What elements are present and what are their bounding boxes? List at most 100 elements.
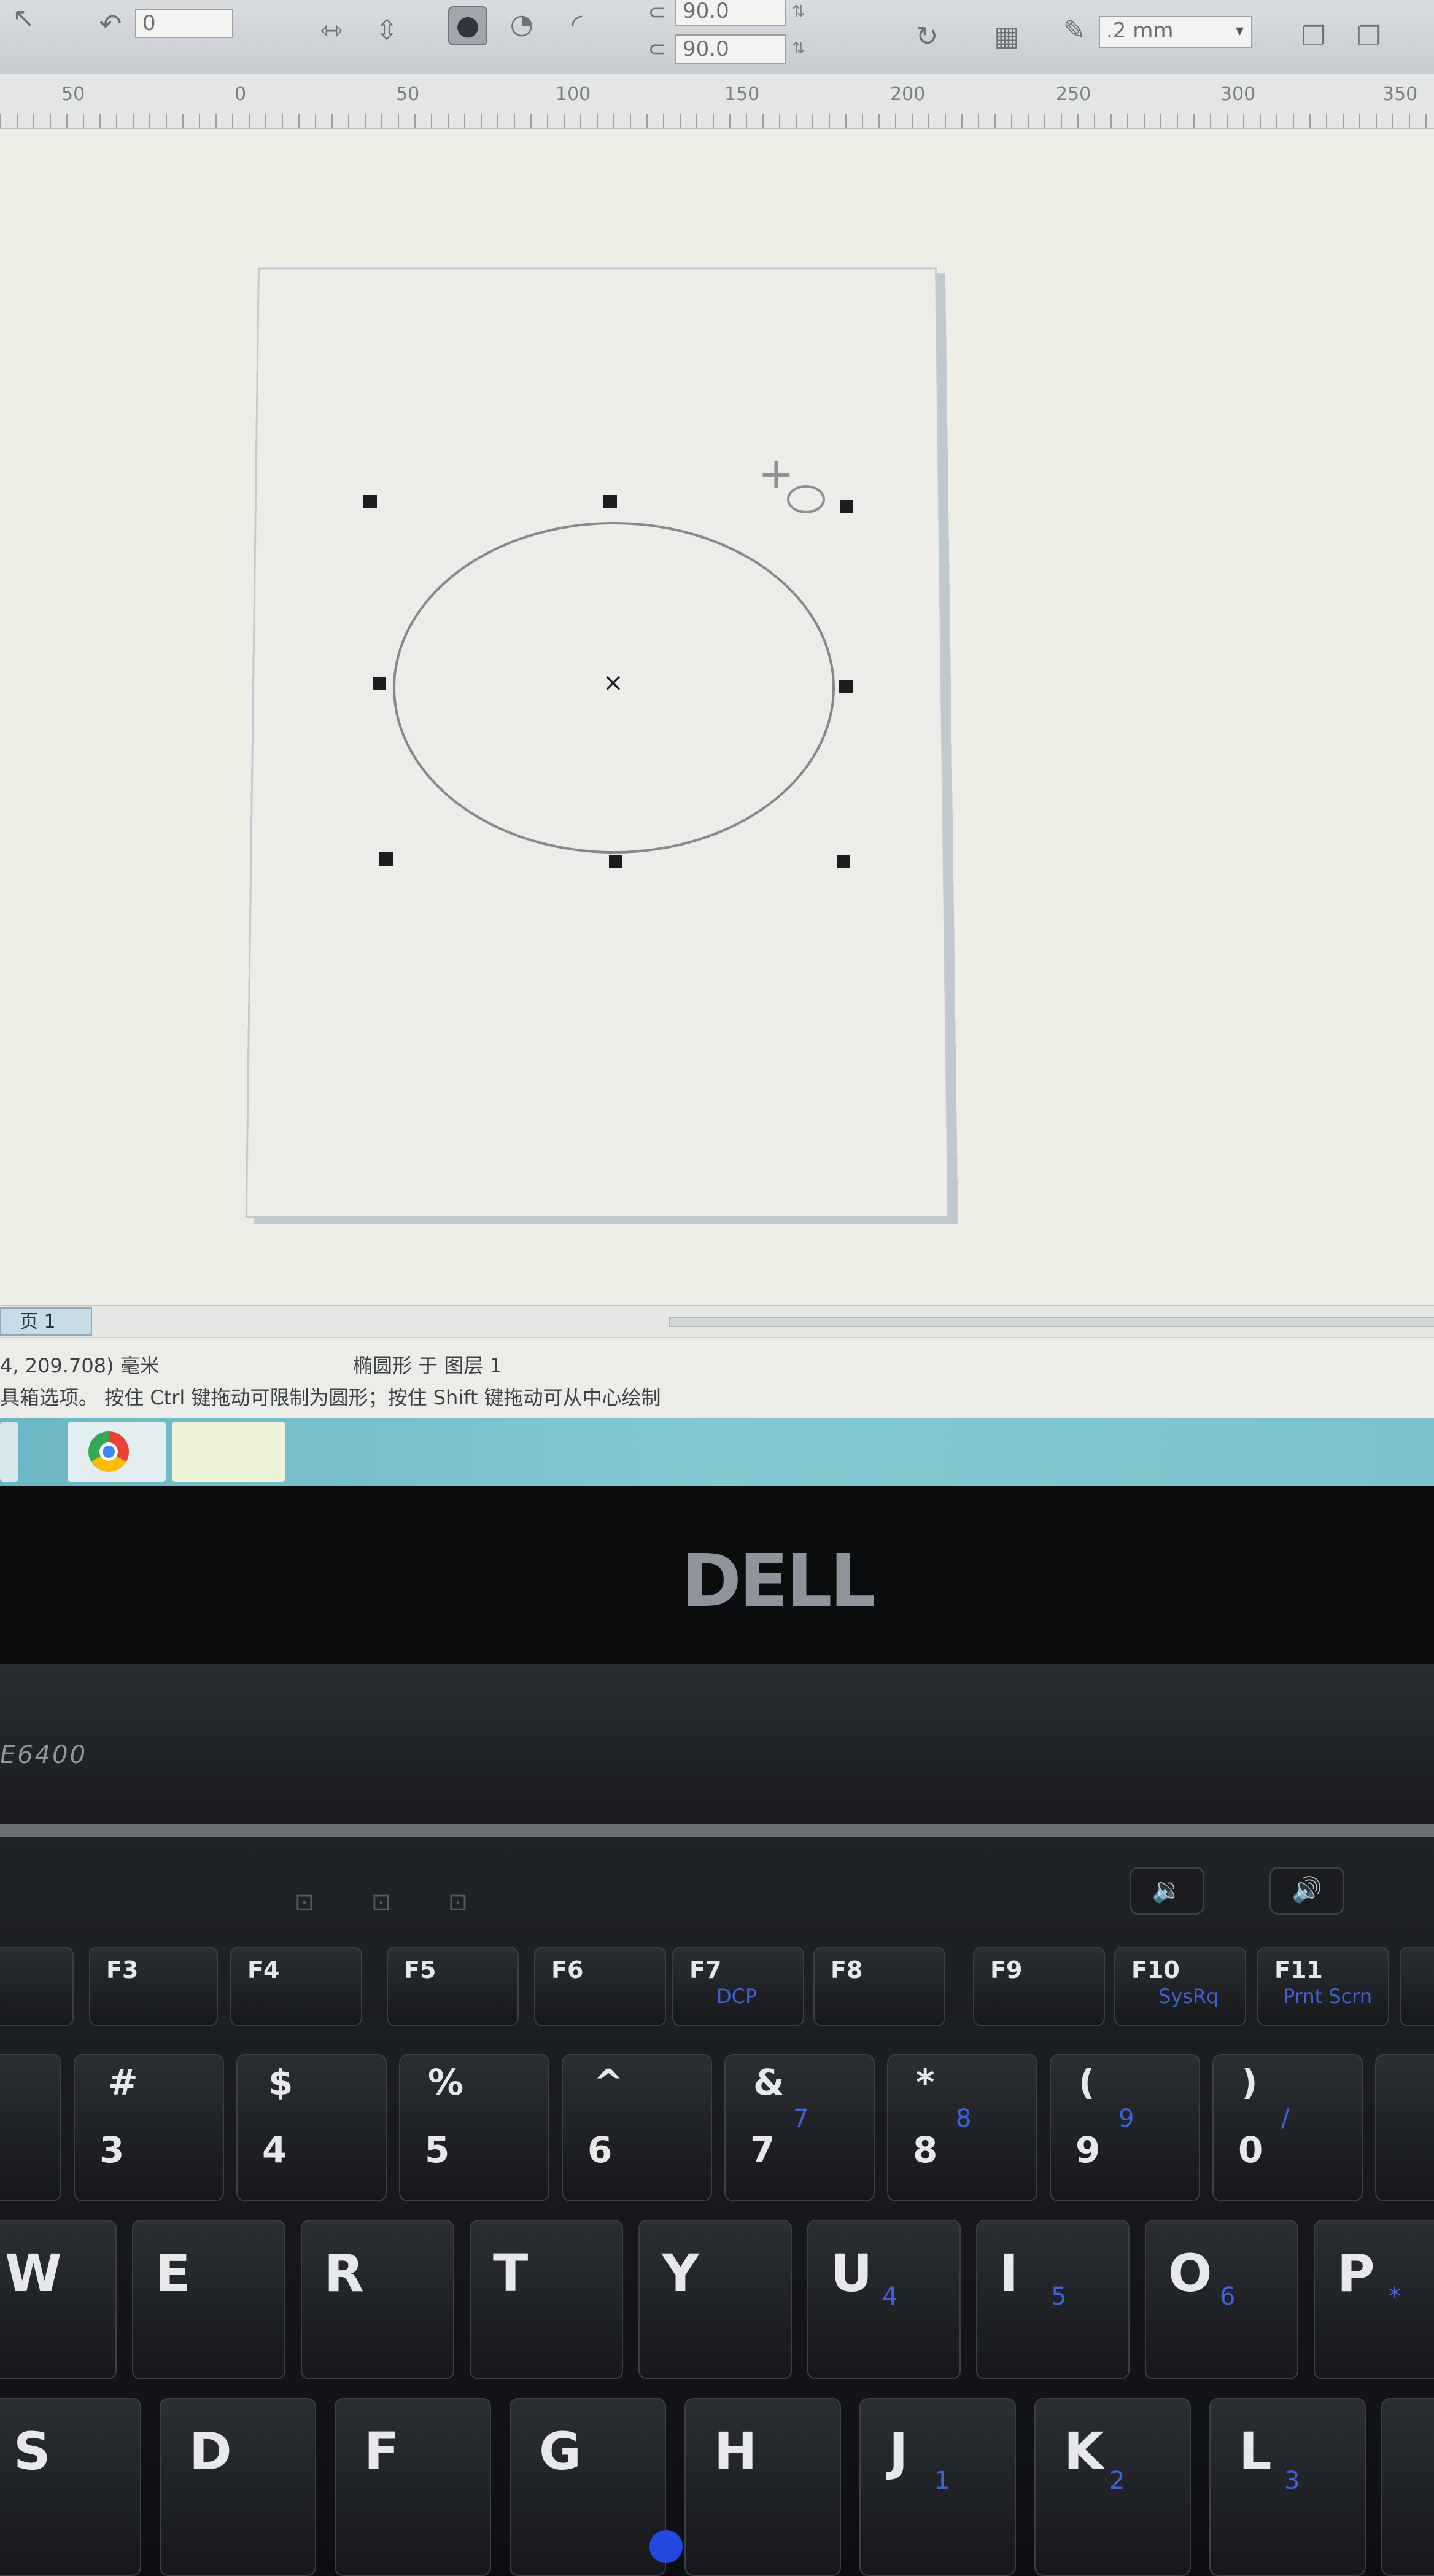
key-g[interactable]: G [510,2398,666,2576]
key-6[interactable]: ^ 6 [562,2054,712,2201]
key-f4[interactable]: F4 [230,1947,362,2026]
key-f5[interactable]: F5 [387,1947,519,2026]
key-p[interactable]: P * [1314,2220,1434,2379]
volume-down-button[interactable]: 🔉 [1130,1867,1204,1915]
key-9[interactable]: (9 9 [1050,2054,1200,2201]
selection-handle-left[interactable] [373,677,386,690]
key-f7[interactable]: F7 DCP [672,1947,804,2026]
tab-page-1[interactable]: 页 1 [0,1307,92,1336]
key-f11[interactable]: F11 Prnt Scrn [1257,1947,1389,2026]
pointing-stick[interactable] [649,2530,683,2563]
pick-tool-icon[interactable]: ↖ [5,0,42,37]
model-label: E6400 [0,1741,88,1769]
horizontal-scrollbar[interactable] [669,1317,1434,1327]
key-label: K [1064,2421,1104,2481]
key-f8[interactable]: F8 [813,1947,945,2026]
key-label: E [155,2243,191,2303]
key-l[interactable]: L3 [1209,2398,1366,2576]
key-semicolon[interactable] [1381,2398,1434,2576]
wrap-text-icon[interactable]: ▦ [988,18,1025,55]
direction-icon[interactable]: ↻ [909,18,945,55]
selection-handle-bottom-left[interactable] [379,852,393,866]
key-j[interactable]: J1 [859,2398,1016,2576]
key-numpad-label: 8 [956,2104,972,2133]
volume-up-button[interactable]: 🔊 [1269,1867,1344,1915]
key-4[interactable]: $4 [236,2054,387,2201]
pie-mode-icon[interactable]: ◔ [503,6,540,43]
key-y[interactable]: Y [638,2220,792,2379]
key-numpad-label: / [1281,2104,1290,2133]
key-label: J [889,2421,909,2481]
selection-handle-top[interactable] [603,495,617,508]
key-f9[interactable]: F9 [973,1947,1105,2026]
key-f2[interactable] [0,1947,74,2026]
angle-spin-icon[interactable]: ⇅ [792,2,805,21]
property-bar: ↖ ↶ 0 ⇿ ⇳ ● ◔ ◜ ⊂ 90.0 ⊂ 90.0 ⇅ ⇅ ↻ ▦ ✎ … [0,0,1434,75]
key-minus[interactable] [1375,2054,1434,2201]
key-label: S [14,2421,51,2481]
key-0[interactable]: ) 0 / [1212,2054,1363,2201]
to-front-icon[interactable]: ❐ [1295,18,1332,55]
key-label: R [324,2243,364,2303]
key-label: 7 [750,2129,775,2171]
key-label: I [999,2243,1019,2303]
ruler-label: 100 [556,84,591,105]
outline-width-dropdown[interactable]: .2 mm ▾ [1099,16,1252,48]
key-sublabel: SysRq [1158,1985,1219,2008]
key-d[interactable]: D [160,2398,316,2576]
key-o[interactable]: O6 [1145,2220,1298,2379]
selection-handle-bottom[interactable] [609,855,622,868]
selection-handle-top-left[interactable] [363,495,377,508]
mirror-horizontal-icon[interactable]: ⇿ [313,12,350,49]
key-f3[interactable]: F3 [89,1947,218,2026]
key-numpad-label: 5 [1051,2282,1067,2311]
key-7[interactable]: & 7 7 [724,2054,875,2201]
taskbar [0,1418,1434,1486]
taskbar-button[interactable] [0,1422,18,1482]
key-label: F3 [106,1956,139,1983]
key-e[interactable]: E [132,2220,285,2379]
end-angle-icon: ⊂ [648,37,666,61]
key-label: 9 [1076,2129,1101,2171]
ruler-label: 350 [1382,84,1418,105]
key-r[interactable]: R [301,2220,454,2379]
key-s[interactable]: S [0,2398,141,2576]
key-i[interactable]: I5 [976,2220,1130,2379]
start-angle-icon: ⊂ [648,0,666,25]
mirror-vertical-icon[interactable]: ⇳ [368,12,405,49]
ellipse-mode-icon[interactable]: ● [448,6,487,45]
key-label: T [493,2243,529,2303]
angle-spin-icon[interactable]: ⇅ [792,39,805,58]
selection-handle-top-right[interactable] [840,500,853,513]
start-angle-input[interactable]: 90.0 [675,0,786,26]
end-angle-input[interactable]: 90.0 [675,34,786,64]
key-u[interactable]: U4 [807,2220,961,2379]
selection-handle-bottom-right[interactable] [837,855,850,868]
key-label: O [1168,2243,1212,2303]
key-k[interactable]: K2 [1034,2398,1191,2576]
selection-handle-right[interactable] [839,680,853,693]
key-w[interactable]: W [0,2220,117,2379]
taskbar-chrome-button[interactable] [68,1422,166,1482]
arc-mode-icon[interactable]: ◜ [559,6,595,43]
ruler-label: 300 [1220,84,1256,105]
drawing-canvas[interactable]: × + [0,129,1434,1305]
key-5[interactable]: % 5 [399,2054,549,2201]
key-2[interactable] [0,2054,61,2201]
to-back-icon[interactable]: ❐ [1351,18,1387,55]
key-f10[interactable]: F10 SysRq [1114,1947,1246,2026]
taskbar-coreldraw-button[interactable] [172,1422,285,1482]
rotation-input[interactable]: 0 [135,9,233,38]
chrome-icon [88,1431,129,1472]
dell-logo: DELL [681,1538,876,1623]
key-3[interactable]: #3 [74,2054,224,2201]
page-tab-bar: 页 1 [0,1305,1434,1338]
key-8[interactable]: * 8 8 [887,2054,1037,2201]
key-t[interactable]: T [470,2220,623,2379]
key-numpad-label: 6 [1220,2282,1236,2311]
key-h[interactable]: H [684,2398,841,2576]
key-label: F [364,2421,400,2481]
key-f[interactable]: F [335,2398,491,2576]
key-f12[interactable] [1400,1947,1434,2026]
key-f6[interactable]: F6 [534,1947,666,2026]
